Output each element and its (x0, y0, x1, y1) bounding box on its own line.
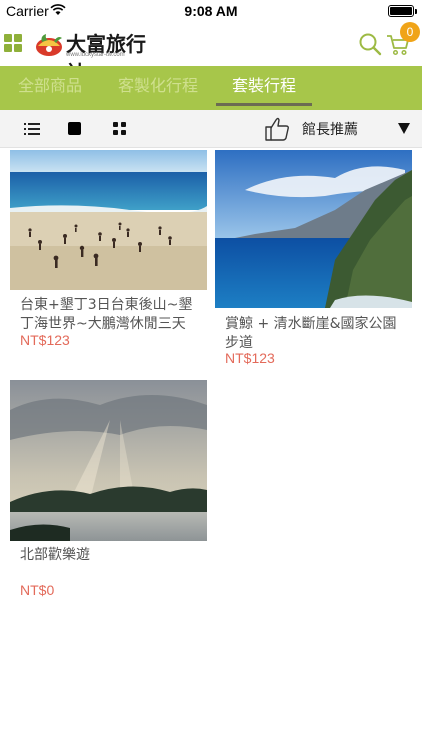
product-card[interactable]: 賞鯨 + 清水斷崖&國家公園步道 NT$123 (215, 150, 412, 370)
logo[interactable]: 大富旅行社 www.luckystar-tw.com (34, 28, 164, 85)
grid-view-icon[interactable] (113, 122, 126, 135)
product-price: NT$0 (20, 582, 55, 598)
status-bar: Carrier 9:08 AM (0, 0, 422, 22)
battery-icon (388, 5, 417, 17)
triangle-down-icon[interactable] (398, 123, 410, 134)
coastal-cliff-photo (215, 150, 412, 308)
tab-all-products[interactable]: 全部商品 (0, 66, 100, 110)
logo-mark-icon (36, 34, 62, 56)
search-icon[interactable] (358, 32, 382, 56)
tab-package-tours-label: 套裝行程 (231, 76, 296, 95)
category-tabs: 全部商品 客製化行程 套裝行程 (0, 66, 422, 110)
app-header: 大富旅行社 www.luckystar-tw.com 0 (0, 22, 422, 85)
product-card[interactable]: 北部歡樂遊 NT$0 (10, 380, 207, 600)
beach-crowd-photo (10, 150, 207, 290)
lake-sunrays-photo (10, 380, 207, 541)
logo-subtext: www.luckystar-tw.com (66, 52, 125, 58)
tab-custom-tours[interactable]: 客製化行程 (108, 66, 208, 110)
product-price: NT$123 (225, 350, 275, 366)
product-title: 賞鯨 + 清水斷崖&國家公園步道 (225, 316, 397, 351)
product-price: NT$123 (20, 332, 70, 348)
sort-option-label[interactable]: 館長推薦 (302, 119, 358, 139)
product-title: 台東+墾丁3日台東後山~墾丁海世界~大鵬灣休閒三天 (20, 297, 193, 332)
clock: 9:08 AM (184, 3, 238, 19)
product-title: 北部歡樂遊 (20, 547, 90, 563)
tab-package-tours[interactable]: 套裝行程 (216, 66, 312, 110)
thumbs-up-icon (265, 117, 289, 141)
single-view-icon[interactable] (68, 122, 81, 135)
cart-count-badge: 0 (400, 22, 420, 42)
product-card[interactable]: 台東+墾丁3日台東後山~墾丁海世界~大鵬灣休閒三天 NT$123 (10, 150, 207, 350)
active-tab-indicator (216, 103, 312, 106)
list-view-icon[interactable] (24, 122, 40, 136)
grid-menu-icon[interactable] (4, 34, 22, 52)
view-toolbar: 館長推薦 (0, 110, 422, 148)
